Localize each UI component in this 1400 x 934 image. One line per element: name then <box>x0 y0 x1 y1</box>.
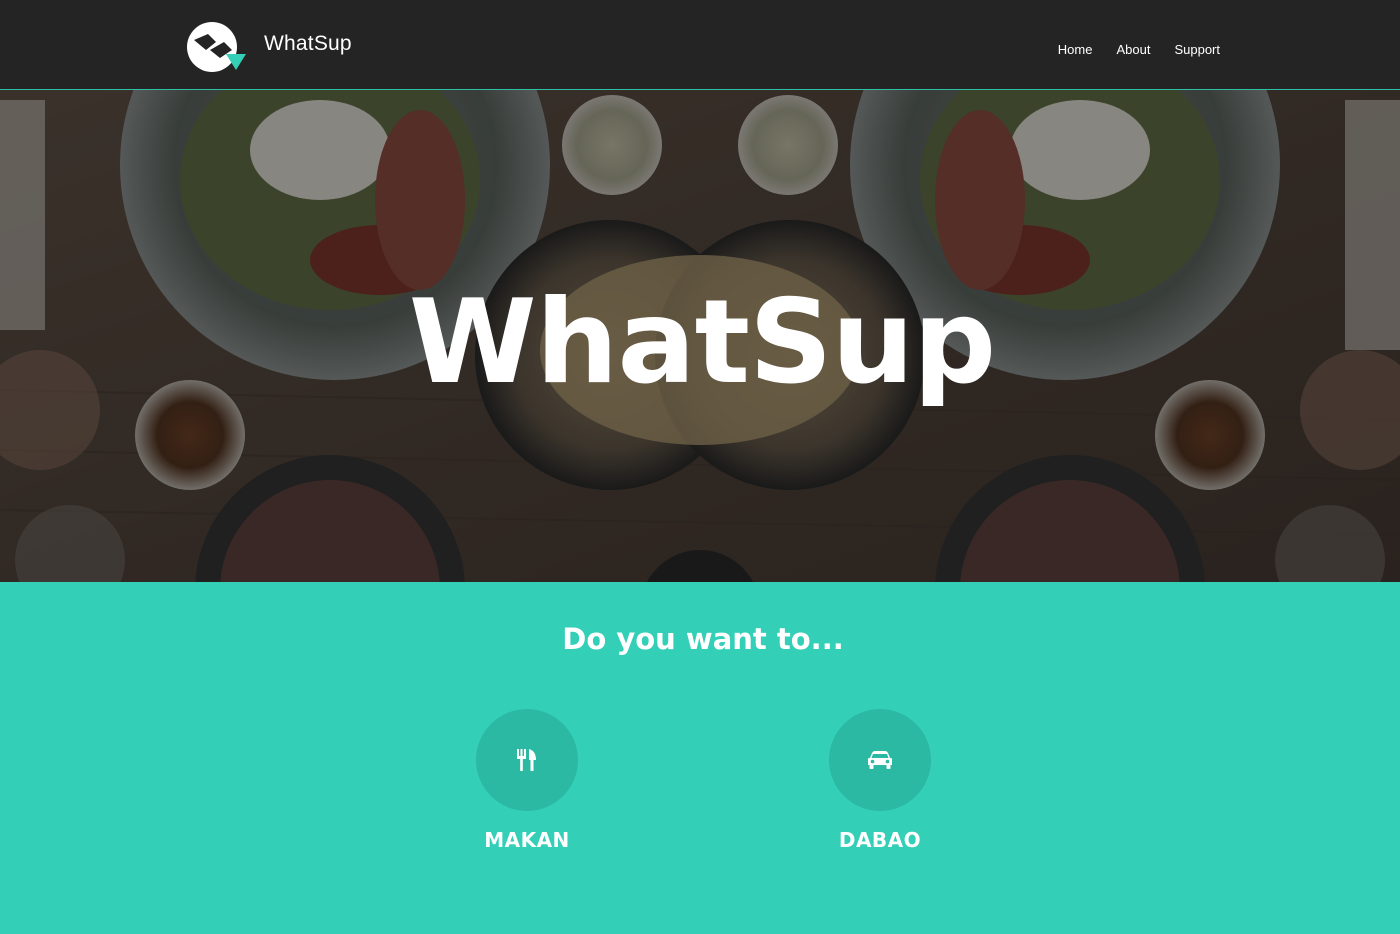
dabao-button[interactable] <box>829 709 931 811</box>
makan-option[interactable]: MAKAN <box>447 709 607 852</box>
makan-button[interactable] <box>476 709 578 811</box>
nav-home-link[interactable]: Home <box>1058 42 1093 57</box>
dabao-label: DABAO <box>838 828 922 852</box>
navbar: WhatSup Home About Support <box>0 0 1400 90</box>
nav-support-link[interactable]: Support <box>1174 42 1220 57</box>
hero-banner: WhatSup <box>0 90 1400 582</box>
hero-title: WhatSup <box>408 275 996 410</box>
car-icon <box>868 751 892 769</box>
dabao-option[interactable]: DABAO <box>800 709 960 852</box>
whatsup-logo-icon <box>187 22 246 72</box>
main-nav: Home About Support <box>1058 42 1220 57</box>
choice-section: Do you want to... MAKAN DABAO <box>0 582 1400 934</box>
brand-home-link[interactable]: WhatSup <box>186 20 352 74</box>
nav-about-link[interactable]: About <box>1116 42 1150 57</box>
makan-label: MAKAN <box>484 828 570 852</box>
fork-knife-icon <box>517 749 536 771</box>
choice-question: Do you want to... <box>562 622 844 656</box>
page: WhatSup Home About Support WhatSup Do yo… <box>0 0 1400 934</box>
brand-name: WhatSup <box>264 32 352 55</box>
